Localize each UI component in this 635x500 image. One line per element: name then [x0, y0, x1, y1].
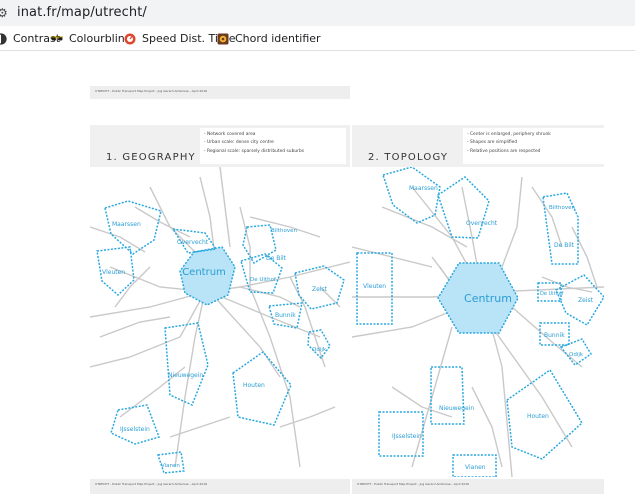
label-zeist: Zeist — [578, 297, 594, 304]
label-vleuten: Vleuten — [363, 283, 386, 290]
label-bunnik: Bunnik — [544, 332, 565, 339]
label-debilt: De Bilt — [554, 242, 575, 249]
geography-map: Centrum Maarssen Overvecht Bilthoven De … — [90, 167, 350, 474]
label-bilthoven: Bilthoven — [549, 205, 575, 211]
geography-note: - Regional scale: sparsely distributed s… — [204, 148, 305, 154]
label-houten: Houten — [527, 413, 549, 420]
topology-title: 2. TOPOLOGY — [368, 152, 449, 163]
label-zeist: Zeist — [312, 286, 328, 293]
document-header-strip: UTRECHT - Public Transport Map Project -… — [90, 86, 350, 99]
label-deuithof: De Uithof — [250, 277, 277, 283]
topology-footer-strip: UTRECHT - Public Transport Map Project -… — [352, 479, 604, 494]
topology-note: - Relative positions are respected — [467, 148, 541, 154]
label-nieuwegein: Nieuwegein — [168, 372, 203, 379]
topology-map: Centrum Maarssen Overvecht Bilthoven De … — [352, 167, 604, 477]
label-bilthoven: Bilthoven — [271, 228, 297, 234]
document-header-text: UTRECHT - Public Transport Map Project -… — [95, 89, 208, 93]
bookmark-chord-identifier[interactable]: Chord identifier — [217, 31, 321, 46]
label-debilt: De Bilt — [266, 255, 287, 262]
label-bunnik: Bunnik — [275, 312, 296, 319]
geography-note: - Urban scale: dense city centre — [204, 140, 274, 146]
contrast-icon — [0, 32, 7, 45]
label-maarssen: Maarssen — [409, 185, 438, 192]
geography-title: 1. GEOGRAPHY — [106, 152, 196, 163]
site-info-icon[interactable]: ⚙ — [0, 6, 8, 20]
label-ijsselstein: IJsselstein — [120, 426, 150, 433]
bookmarks-bar: Contrast Colourblind Speed Dist. Time Ch… — [0, 26, 635, 51]
topology-panel-header: 2. TOPOLOGY - Center is enlarged, periph… — [352, 125, 609, 167]
url-text[interactable]: inat.fr/map/utrecht/ — [17, 5, 147, 20]
label-houten: Houten — [243, 382, 265, 389]
sunglasses-icon — [51, 36, 63, 40]
speedometer-icon — [124, 33, 136, 44]
address-bar[interactable]: ⚙ inat.fr/map/utrecht/ — [0, 0, 635, 26]
geography-notes: - Network covered area - Urban scale: de… — [200, 128, 346, 164]
label-maarssen: Maarssen — [112, 221, 141, 228]
label-deuithof: De Uithof — [540, 291, 564, 297]
label-centrum: Centrum — [464, 292, 512, 305]
geography-panel-header: 1. GEOGRAPHY - Network covered area - Ur… — [90, 125, 350, 167]
label-overvecht: Overvecht — [466, 220, 498, 227]
label-odijk: Odijk — [569, 352, 584, 358]
document-footer-text: UTRECHT - Public Transport Map Project -… — [357, 482, 470, 486]
topology-note: - Center is enlarged, periphery shrunk — [467, 132, 551, 137]
geography-note: - Network covered area — [204, 132, 256, 137]
label-vianen: Vianen — [161, 463, 180, 469]
bookmark-label: Colourblind — [69, 32, 132, 45]
label-ijsselstein: IJsselstein — [392, 433, 422, 440]
chord-icon — [217, 33, 229, 44]
label-centrum: Centrum — [182, 267, 226, 278]
bookmark-colourblind[interactable]: Colourblind — [51, 31, 132, 46]
label-odijk: Odijk — [312, 347, 327, 353]
label-vianen: Vianen — [465, 464, 486, 471]
label-overvecht: Overvecht — [177, 239, 209, 246]
document-footer-text: UTRECHT - Public Transport Map Project -… — [95, 482, 208, 486]
road-network — [90, 167, 350, 468]
label-vleuten: Vleuten — [102, 269, 125, 276]
topology-note: - Shapes are simplified — [467, 140, 518, 146]
topology-notes: - Center is enlarged, periphery shrunk -… — [463, 128, 609, 164]
bookmark-label: Chord identifier — [235, 32, 321, 45]
geography-footer-strip: UTRECHT - Public Transport Map Project -… — [90, 479, 350, 494]
page-content: UTRECHT - Public Transport Map Project -… — [0, 51, 635, 500]
label-nieuwegein: Nieuwegein — [439, 405, 474, 412]
